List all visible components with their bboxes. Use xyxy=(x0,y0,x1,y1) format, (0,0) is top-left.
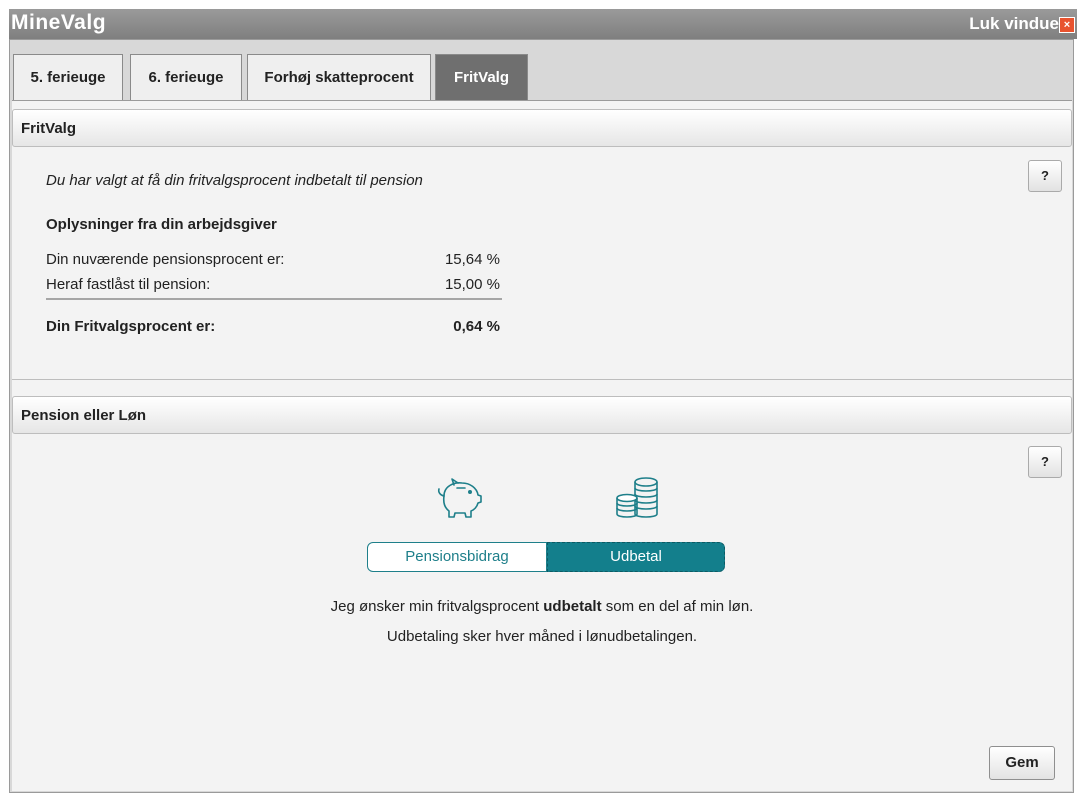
tab-6-ferieuge[interactable]: 6. ferieuge xyxy=(130,54,242,100)
option-udbetal[interactable]: Udbetal xyxy=(547,542,725,572)
fritvalg-percent-value: 0,64 % xyxy=(453,318,500,335)
section-header-fritvalg: FritValg xyxy=(12,109,1072,147)
message-text-pre: Jeg ønsker min fritvalgsprocent xyxy=(330,598,544,615)
current-pension-label: Din nuværende pensionsprocent er: xyxy=(46,251,285,268)
tab-forhoej-skatteprocent[interactable]: Forhøj skatteprocent xyxy=(247,54,431,100)
payout-toggle: Pensionsbidrag Udbetal xyxy=(367,542,725,572)
close-icon[interactable]: × xyxy=(1059,17,1075,33)
app-title: MineValg xyxy=(11,11,107,34)
message-text-bold: udbetalt xyxy=(543,598,602,615)
tab-fritvalg[interactable]: FritValg xyxy=(435,54,528,101)
tab-content: FritValg ? Du har valgt at få din fritva… xyxy=(12,100,1072,791)
current-pension-value: 15,64 % xyxy=(444,251,500,268)
option-pensionsbidrag[interactable]: Pensionsbidrag xyxy=(367,542,547,572)
help-button-fritvalg[interactable]: ? xyxy=(1028,160,1062,192)
intro-text: Du har valgt at få din fritvalgsprocent … xyxy=(46,172,423,189)
employer-info-heading: Oplysninger fra din arbejdsgiver xyxy=(46,216,277,233)
save-button[interactable]: Gem xyxy=(989,746,1055,780)
close-window-link[interactable]: Luk vindue xyxy=(969,14,1059,34)
fritvalg-percent-label: Din Fritvalgsprocent er: xyxy=(46,318,216,335)
section-divider xyxy=(12,379,1072,380)
message-text-post: som en del af min løn. xyxy=(601,598,754,615)
main-window: 5. ferieuge 6. ferieuge Forhøj skattepro… xyxy=(9,39,1074,793)
payout-message: Jeg ønsker min fritvalgsprocent udbetalt… xyxy=(12,598,1072,615)
payout-schedule-text: Udbetaling sker hver måned i lønudbetali… xyxy=(386,628,698,645)
piggy-bank-icon xyxy=(437,478,482,518)
coins-icon xyxy=(616,477,658,518)
title-bar: MineValg Luk vindue × xyxy=(9,9,1077,39)
section-header-pension-eller-loen: Pension eller Løn xyxy=(12,396,1072,434)
tab-5-ferieuge[interactable]: 5. ferieuge xyxy=(13,54,123,100)
summary-divider xyxy=(46,298,502,300)
help-button-pension[interactable]: ? xyxy=(1028,446,1062,478)
locked-pension-label: Heraf fastlåst til pension: xyxy=(46,276,211,293)
locked-pension-value: 15,00 % xyxy=(444,276,500,293)
